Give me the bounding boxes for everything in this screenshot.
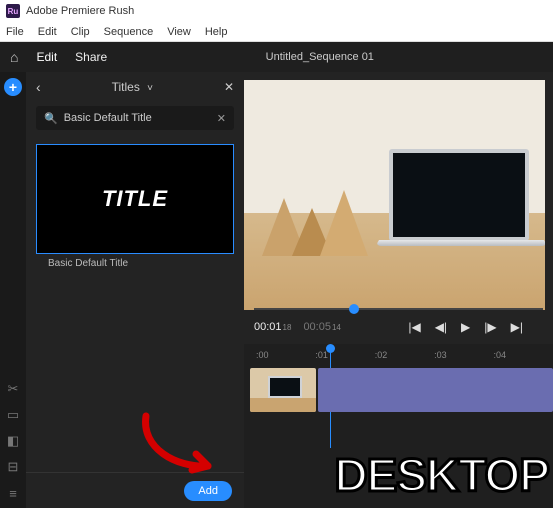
tick-0: :00 bbox=[256, 350, 269, 360]
tutorial-arrow bbox=[136, 408, 226, 478]
titles-panel: ‹ Titles ˅ ✕ 🔍 ✕ TITLE Basic Default Tit… bbox=[26, 72, 244, 508]
window-titlebar: Ru Adobe Premiere Rush bbox=[0, 0, 553, 22]
menu-file[interactable]: File bbox=[6, 26, 24, 38]
tick-1: :01 bbox=[315, 350, 328, 360]
chevron-down-icon: ˅ bbox=[147, 83, 153, 94]
app-bar: ⌂ Edit Share Untitled_Sequence 01 bbox=[0, 42, 553, 72]
step-back-icon[interactable]: ◀| bbox=[435, 320, 447, 334]
step-forward-icon[interactable]: |▶ bbox=[484, 320, 496, 334]
tab-edit[interactable]: Edit bbox=[36, 50, 57, 64]
scissors-icon[interactable]: ✂ bbox=[6, 382, 20, 396]
title-preset-thumb[interactable]: TITLE bbox=[36, 144, 234, 254]
menu-bar: File Edit Clip Sequence View Help bbox=[0, 22, 553, 42]
search-input-wrap[interactable]: 🔍 ✕ bbox=[36, 106, 234, 130]
panel-title[interactable]: Titles ˅ bbox=[51, 80, 214, 94]
rail-icon-4[interactable]: ⊟ bbox=[6, 460, 20, 474]
document-title: Untitled_Sequence 01 bbox=[266, 51, 374, 63]
timeline[interactable]: :00 :01 :02 :03 :04 DESKTOP bbox=[244, 344, 553, 508]
scrubber[interactable] bbox=[244, 304, 553, 314]
app-icon: Ru bbox=[6, 4, 20, 18]
goto-start-icon[interactable]: |◀ bbox=[408, 320, 420, 334]
clear-search-icon[interactable]: ✕ bbox=[217, 112, 226, 125]
preset-caption: Basic Default Title bbox=[36, 254, 234, 273]
title-clip[interactable] bbox=[318, 368, 553, 412]
app-title: Adobe Premiere Rush bbox=[26, 5, 134, 17]
right-area: 00:0118 00:0514 |◀ ◀| ▶ |▶ ▶| :00 :01 :0… bbox=[244, 72, 553, 508]
time-current: 00:0118 bbox=[254, 321, 291, 333]
search-icon: 🔍 bbox=[44, 112, 58, 125]
video-clip[interactable] bbox=[250, 368, 316, 412]
menu-sequence[interactable]: Sequence bbox=[104, 26, 154, 38]
program-monitor[interactable] bbox=[244, 80, 545, 310]
left-rail: + ✂ ▭ ◧ ⊟ ≡ bbox=[0, 72, 26, 508]
time-ruler[interactable]: :00 :01 :02 :03 :04 bbox=[250, 348, 547, 366]
tick-2: :02 bbox=[375, 350, 388, 360]
time-total: 00:0514 bbox=[303, 321, 340, 333]
menu-help[interactable]: Help bbox=[205, 26, 228, 38]
tick-3: :03 bbox=[434, 350, 447, 360]
preset-thumb-text: TITLE bbox=[102, 186, 168, 212]
menu-edit[interactable]: Edit bbox=[38, 26, 57, 38]
add-media-button[interactable]: + bbox=[4, 78, 22, 96]
playback-bar: 00:0118 00:0514 |◀ ◀| ▶ |▶ ▶| bbox=[244, 310, 553, 344]
play-icon[interactable]: ▶ bbox=[461, 320, 470, 334]
rail-icon-3[interactable]: ◧ bbox=[6, 434, 20, 448]
menu-view[interactable]: View bbox=[167, 26, 191, 38]
panel-close-icon[interactable]: ✕ bbox=[224, 80, 234, 94]
search-input[interactable] bbox=[64, 112, 211, 124]
menu-clip[interactable]: Clip bbox=[71, 26, 90, 38]
back-icon[interactable]: ‹ bbox=[36, 79, 41, 95]
goto-end-icon[interactable]: ▶| bbox=[511, 320, 523, 334]
tab-share[interactable]: Share bbox=[75, 50, 107, 64]
add-button[interactable]: Add bbox=[184, 481, 232, 501]
home-icon[interactable]: ⌂ bbox=[10, 49, 18, 65]
rail-icon-2[interactable]: ▭ bbox=[6, 408, 20, 422]
overlay-desktop-text: DESKTOP bbox=[334, 448, 549, 502]
list-icon[interactable]: ≡ bbox=[6, 486, 20, 500]
scrubber-handle[interactable] bbox=[349, 304, 359, 314]
tick-4: :04 bbox=[494, 350, 507, 360]
